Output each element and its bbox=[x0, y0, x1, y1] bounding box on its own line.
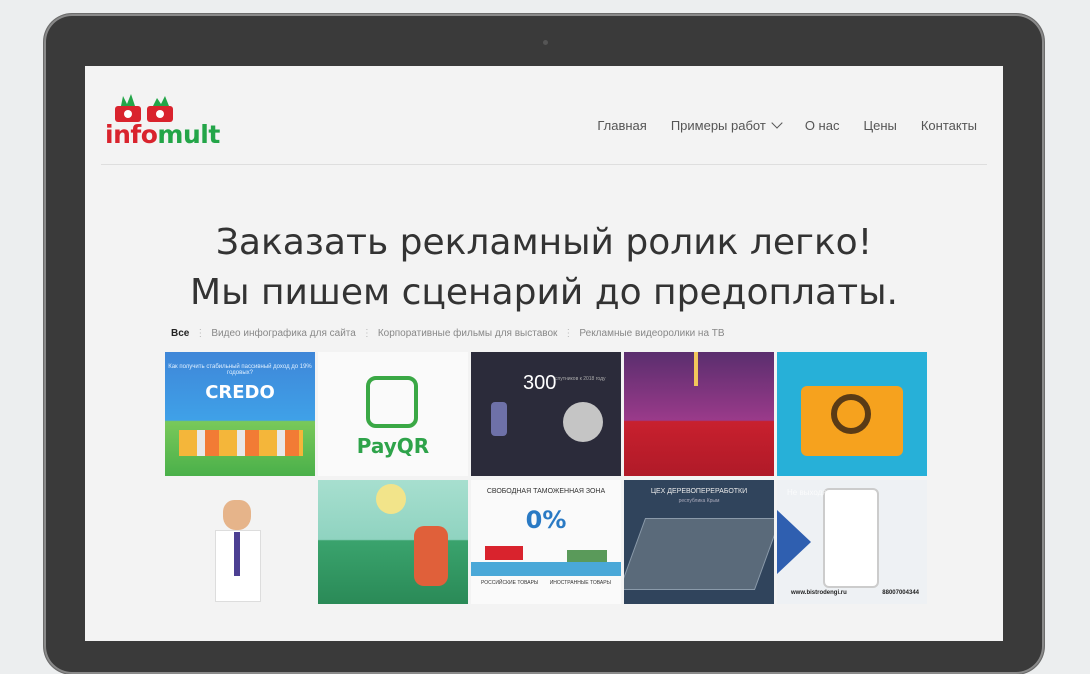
woodwork-title: ЦЕХ ДЕРЕВОПЕРЕРАБОТКИ bbox=[650, 488, 748, 495]
truck-icon bbox=[485, 546, 523, 560]
filter-infographics[interactable]: Видео инфографика для сайта bbox=[211, 328, 355, 339]
customs-left-label: РОССИЙСКИЕ ТОВАРЫ bbox=[481, 580, 539, 586]
customs-right-label: ИНОСТРАННЫЕ ТОВАРЫ bbox=[549, 580, 611, 586]
shopping-bag-icon bbox=[366, 376, 418, 428]
filter-separator: ⋮ bbox=[563, 328, 574, 339]
bistro-overlay-text: Не выходя из дома bbox=[787, 488, 859, 497]
portfolio-filters: Все ⋮ Видео инфографика для сайта ⋮ Корп… bbox=[171, 328, 725, 339]
portfolio-item-money-box[interactable] bbox=[777, 352, 927, 476]
businessman-head bbox=[223, 500, 251, 530]
space-number: 300 bbox=[523, 372, 557, 394]
nav-prices[interactable]: Цены bbox=[863, 118, 896, 133]
credo-brand: CREDO bbox=[205, 382, 275, 403]
logo-info: info bbox=[105, 120, 158, 149]
sun-icon bbox=[376, 484, 406, 514]
nav-contacts[interactable]: Контакты bbox=[921, 118, 977, 133]
sea-illustration bbox=[471, 562, 621, 576]
header-divider bbox=[101, 164, 987, 165]
portfolio-grid: Как получить стабильный пассивный доход … bbox=[165, 352, 927, 604]
wheel-icon bbox=[831, 394, 871, 434]
filter-corporate[interactable]: Корпоративные фильмы для выставок bbox=[378, 328, 558, 339]
logo-text: infomult bbox=[105, 120, 220, 149]
tie-illustration bbox=[234, 532, 240, 576]
portfolio-item-bistrodengi[interactable]: Не выходя из дома www.bistrodengi.ru 880… bbox=[777, 480, 927, 604]
filter-separator: ⋮ bbox=[361, 328, 372, 339]
nav-about[interactable]: О нас bbox=[805, 118, 840, 133]
farmer-illustration bbox=[414, 526, 448, 586]
woodwork-subtitle: республика Крым bbox=[678, 498, 720, 504]
portfolio-item-woodwork[interactable]: ЦЕХ ДЕРЕВОПЕРЕРАБОТКИ республика Крым bbox=[624, 480, 774, 604]
customs-percent: 0% bbox=[525, 506, 567, 534]
space-station-illustration bbox=[563, 402, 603, 442]
filter-separator: ⋮ bbox=[195, 328, 206, 339]
portfolio-item-credo[interactable]: Как получить стабильный пассивный доход … bbox=[165, 352, 315, 476]
city-illustration bbox=[179, 430, 303, 456]
bistro-phone: 88007004344 bbox=[882, 590, 919, 596]
site-logo[interactable]: infomult bbox=[103, 92, 223, 154]
customs-title: СВОБОДНАЯ ТАМОЖЕННАЯ ЗОНА bbox=[486, 488, 606, 495]
logo-mult: mult bbox=[157, 120, 220, 149]
website-screen: infomult Главная Примеры работ О нас Цен… bbox=[85, 66, 1003, 641]
main-nav: Главная Примеры работ О нас Цены Контакт… bbox=[597, 117, 977, 133]
credo-question: Как получить стабильный пассивный доход … bbox=[168, 364, 312, 376]
filter-tv-ads[interactable]: Рекламные видеоролики на ТВ bbox=[579, 328, 724, 339]
factory-illustration bbox=[624, 518, 774, 590]
hero-line-1: Заказать рекламный ролик легко! bbox=[215, 222, 873, 263]
payqr-brand: PayQR bbox=[356, 434, 430, 458]
robot-illustration bbox=[491, 402, 507, 436]
space-caption: спутников к 2018 году bbox=[555, 376, 606, 382]
portfolio-item-farmer[interactable] bbox=[318, 480, 468, 604]
nav-portfolio[interactable]: Примеры работ bbox=[670, 117, 783, 133]
filter-all[interactable]: Все bbox=[171, 328, 189, 339]
nav-portfolio-label: Примеры работ bbox=[670, 118, 766, 133]
bistro-site: www.bistrodengi.ru bbox=[791, 590, 847, 596]
portfolio-item-space[interactable]: 300 спутников к 2018 году bbox=[471, 352, 621, 476]
phone-icon bbox=[823, 488, 879, 588]
chevron-down-icon bbox=[771, 117, 783, 129]
hero-headline: Заказать рекламный ролик легко! Мы пишем… bbox=[85, 218, 1003, 318]
portfolio-item-payqr[interactable]: PayQR bbox=[318, 352, 468, 476]
camera-dot bbox=[543, 40, 548, 45]
nav-home[interactable]: Главная bbox=[597, 118, 646, 133]
hero-line-2: Мы пишем сценарий до предоплаты. bbox=[190, 272, 898, 313]
portfolio-item-customs-zone[interactable]: СВОБОДНАЯ ТАМОЖЕННАЯ ЗОНА 0% РОССИЙСКИЕ … bbox=[471, 480, 621, 604]
portfolio-item-lounge[interactable] bbox=[624, 352, 774, 476]
ship-icon bbox=[567, 550, 607, 562]
laptop-frame: infomult Главная Примеры работ О нас Цен… bbox=[44, 14, 1044, 674]
portfolio-item-businessman[interactable] bbox=[165, 480, 315, 604]
arrow-icon bbox=[777, 510, 811, 574]
lamp-illustration bbox=[694, 352, 698, 386]
